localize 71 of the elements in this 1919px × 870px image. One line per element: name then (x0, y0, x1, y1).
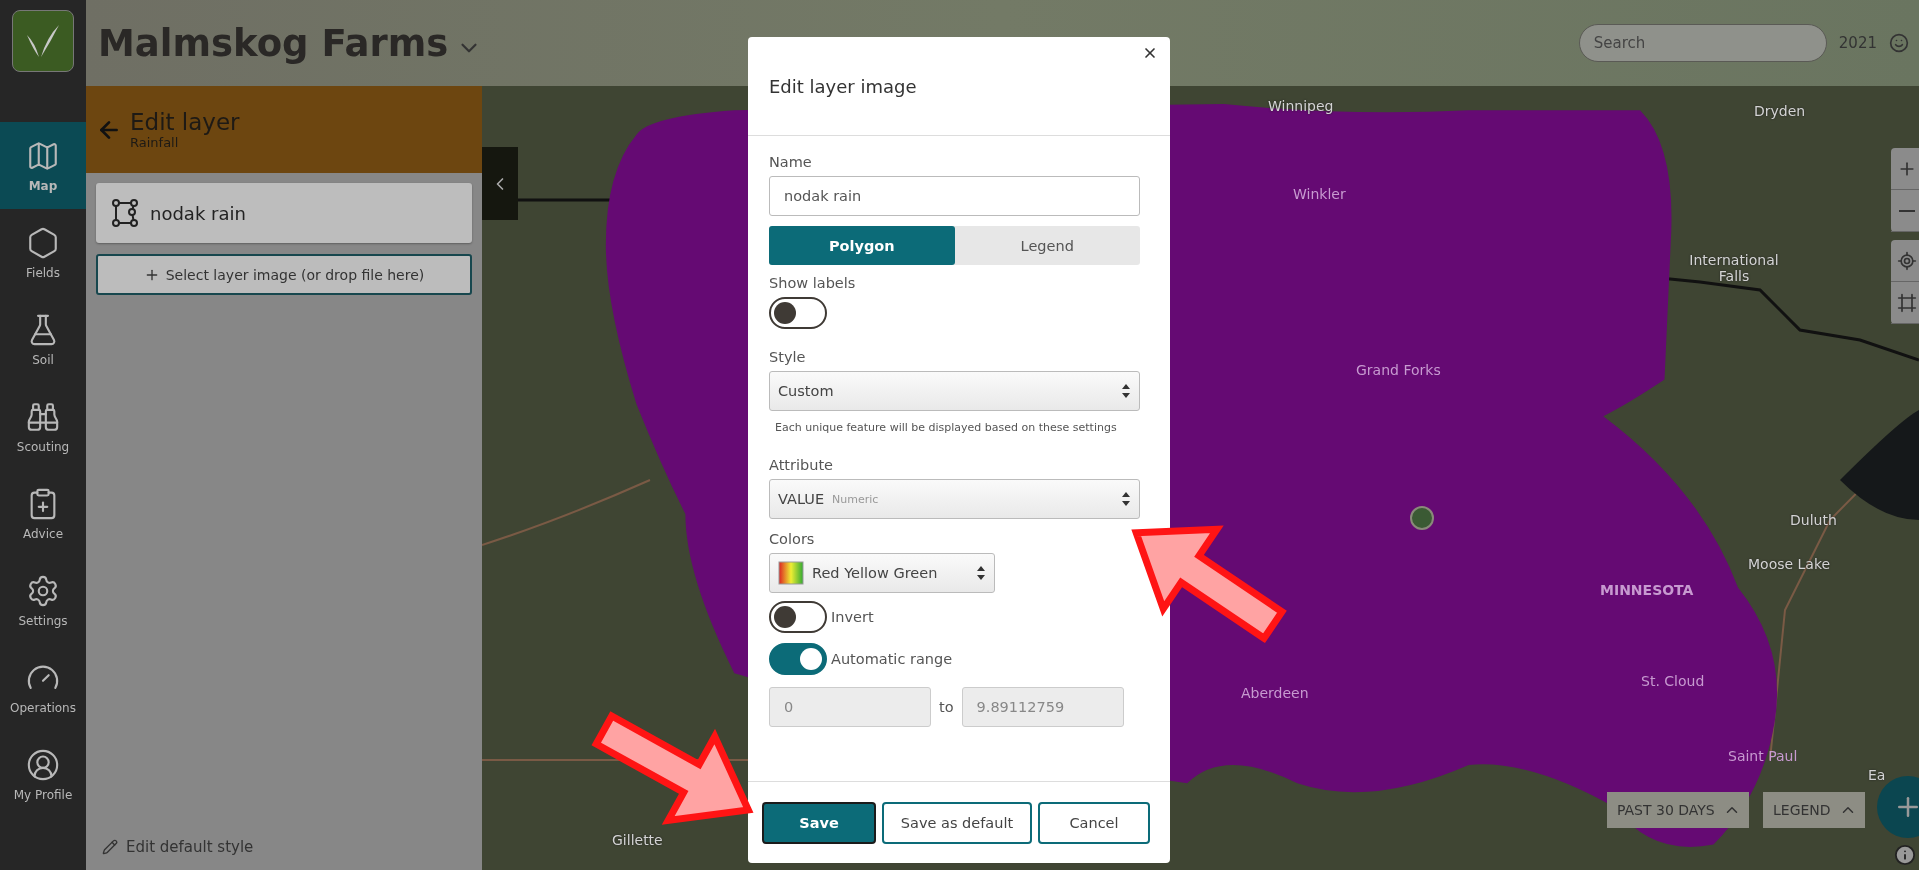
map-label: Saint Paul (1728, 748, 1798, 764)
map-label: Gillette (612, 832, 663, 848)
map-label: MINNESOTA (1600, 582, 1694, 598)
field-label: Colors (769, 531, 815, 548)
toggle-label: Automatic range (831, 651, 953, 668)
farm-title: Malmskog Farms (98, 21, 449, 65)
toggle-switch[interactable] (769, 643, 827, 676)
nav-item[interactable]: Scouting (0, 383, 86, 470)
close-icon (1142, 45, 1158, 61)
attribute-type: Numeric (832, 492, 879, 506)
attribute-value: VALUE (778, 491, 825, 508)
nav-icon (26, 747, 60, 782)
style-select[interactable]: Custom (769, 371, 1140, 411)
select-image-button[interactable]: Select layer image (or drop file here) (96, 254, 472, 295)
field-label: Attribute (769, 457, 834, 474)
gradient-swatch-icon (778, 561, 804, 586)
map-toggle-button[interactable]: LEGEND (1763, 792, 1865, 828)
nav-item[interactable]: Operations (0, 644, 86, 731)
range-separator: to (939, 699, 954, 716)
info-icon[interactable] (1894, 844, 1916, 866)
map-label: International Falls (1688, 252, 1780, 284)
nav-item[interactable]: Soil (0, 296, 86, 383)
name-input[interactable]: nodak rain (769, 176, 1140, 216)
nav-item[interactable]: My Profile (0, 731, 86, 818)
map-label: Grand Forks (1356, 362, 1441, 378)
save-button[interactable]: Save (762, 801, 876, 844)
map-label: Dryden (1754, 103, 1806, 119)
field-label: Show labels (769, 275, 856, 291)
app-logo (12, 10, 74, 72)
map-label: Duluth (1790, 512, 1837, 528)
toggle-label: Invert (831, 609, 874, 626)
updown-icon (1121, 491, 1131, 508)
colors-select[interactable]: Red Yellow Green (769, 553, 995, 594)
search-field[interactable]: Search (1578, 24, 1827, 62)
map-toggle-button[interactable]: PAST 30 DAYS (1607, 792, 1749, 828)
attribute-select[interactable]: VALUE Numeric (769, 479, 1140, 520)
nav-icon (26, 573, 60, 608)
segment-tab[interactable]: Legend (954, 226, 1140, 265)
nav-item[interactable]: Map (0, 122, 86, 209)
pencil-icon (102, 839, 118, 855)
nav-item[interactable]: Settings (0, 557, 86, 644)
help-text: Each unique feature will be displayed based on these settings (775, 421, 1118, 436)
panel-title: Edit layer (130, 109, 240, 135)
layer-card[interactable]: nodak rain (96, 183, 472, 243)
toggle-switch[interactable] (769, 601, 827, 634)
map-label: Winkler (1293, 186, 1346, 202)
panel-subtitle: Rainfall (130, 135, 180, 150)
minus-icon (1899, 209, 1915, 212)
dialog-button[interactable]: Cancel (1038, 801, 1150, 844)
updown-icon (976, 565, 986, 582)
map-label: Moose Lake (1748, 556, 1831, 572)
updown-icon (1121, 383, 1131, 399)
map-label: Ea (1868, 767, 1886, 783)
nav-icon (26, 225, 60, 260)
field-label: Name (769, 154, 812, 170)
field-label: Style (769, 349, 806, 365)
nav-item[interactable]: Fields (0, 209, 86, 296)
dialog-button[interactable]: Save as default (882, 801, 1032, 844)
polygon-icon (110, 198, 140, 228)
segment-tab[interactable]: Polygon (769, 226, 955, 265)
colors-value: Red Yellow Green (812, 565, 938, 582)
toggle-switch[interactable] (769, 297, 827, 329)
crosshair-icon (1897, 250, 1917, 271)
map-label: Aberdeen (1241, 685, 1309, 701)
map-label: Winnipeg (1268, 98, 1334, 114)
frame-icon (1897, 292, 1917, 313)
edit-style-link[interactable]: Edit default style (102, 838, 254, 856)
layer-name: nodak rain (150, 202, 246, 224)
map-label: St. Cloud (1641, 673, 1705, 689)
smiley-icon[interactable] (1889, 33, 1909, 53)
nav-item[interactable]: Advice (0, 470, 86, 557)
